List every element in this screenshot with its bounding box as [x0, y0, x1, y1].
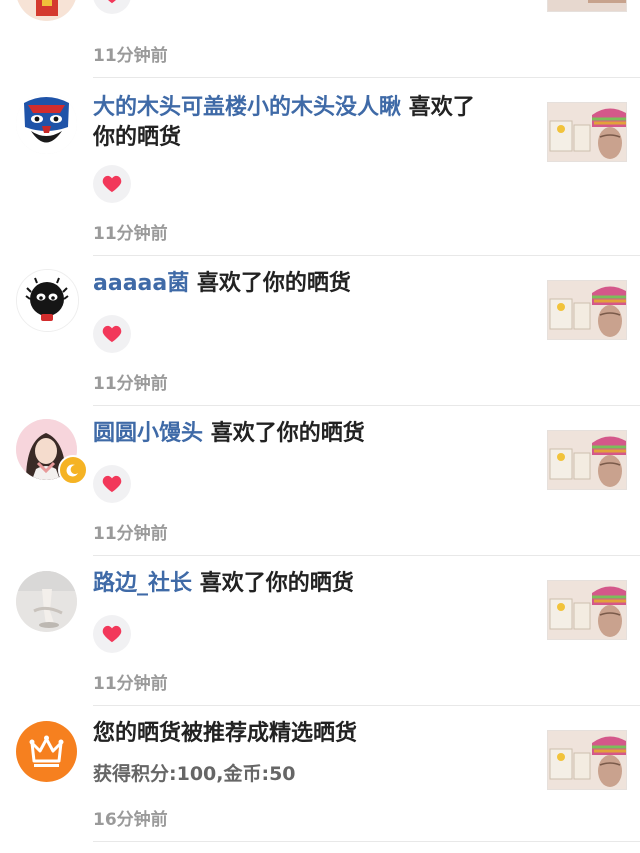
action-text: 你的晒货 — [93, 125, 182, 150]
like-badge[interactable] — [93, 615, 131, 653]
action-text: 喜欢了你的晒货 — [196, 271, 351, 296]
post-thumbnail[interactable] — [547, 0, 627, 12]
notification-title: 您的晒货被推荐成精选晒货 — [93, 721, 358, 746]
notification-content: 您的晒货被推荐成精选晒货 获得积分:100,金币:50 — [93, 719, 523, 786]
avatar[interactable] — [16, 0, 77, 21]
post-thumbnail[interactable] — [547, 580, 627, 640]
divider — [93, 255, 640, 256]
notification-text: 圆圆小馒头 喜欢了你的晒货 — [93, 419, 523, 449]
like-badge[interactable] — [93, 165, 131, 203]
divider — [93, 841, 640, 842]
notification-content: aaaaa菌 喜欢了你的晒货 — [93, 269, 523, 353]
username-link[interactable]: 大的木头可盖楼小的木头没人瞅 — [93, 95, 401, 120]
post-thumbnail[interactable] — [547, 280, 627, 340]
action-text: 喜欢了 — [408, 95, 475, 120]
like-badge[interactable] — [93, 0, 131, 14]
timestamp: 11分钟前 — [93, 374, 168, 394]
heart-icon — [102, 325, 122, 343]
system-avatar — [16, 721, 77, 782]
username-link[interactable]: 圆圆小馒头 — [93, 421, 203, 446]
notification-feed: 11分钟前 大的木头可盖楼小的木头没人瞅 喜欢了 你的晒货 11分钟前 aaaa… — [0, 0, 640, 853]
heart-icon — [102, 625, 122, 643]
like-badge[interactable] — [93, 465, 131, 503]
action-text: 喜欢了你的晒货 — [210, 421, 365, 446]
notification-content: 大的木头可盖楼小的木头没人瞅 喜欢了 你的晒货 — [93, 93, 523, 203]
post-thumbnail[interactable] — [547, 730, 627, 790]
divider — [93, 77, 640, 78]
avatar[interactable] — [16, 93, 77, 154]
divider — [93, 705, 640, 706]
post-thumbnail[interactable] — [547, 430, 627, 490]
action-text: 喜欢了你的晒货 — [199, 571, 354, 596]
heart-icon — [102, 175, 122, 193]
crown-icon — [29, 735, 64, 767]
timestamp: 11分钟前 — [93, 524, 168, 544]
moon-badge-icon — [58, 455, 88, 485]
timestamp: 11分钟前 — [93, 46, 168, 66]
avatar[interactable] — [16, 571, 77, 632]
post-thumbnail[interactable] — [547, 102, 627, 162]
reward-text: 获得积分:100,金币:50 — [93, 763, 296, 785]
timestamp: 11分钟前 — [93, 224, 168, 244]
timestamp: 16分钟前 — [93, 810, 168, 830]
notification-content: 圆圆小馒头 喜欢了你的晒货 — [93, 419, 523, 503]
heart-icon — [102, 475, 122, 493]
avatar[interactable] — [16, 269, 79, 332]
username-link[interactable]: 路边_社长 — [93, 571, 192, 596]
username-link[interactable]: aaaaa菌 — [93, 271, 189, 296]
heart-icon — [108, 0, 116, 4]
timestamp: 11分钟前 — [93, 674, 168, 694]
divider — [93, 555, 640, 556]
divider — [93, 405, 640, 406]
notification-content: 路边_社长 喜欢了你的晒货 — [93, 569, 523, 653]
notification-text: 大的木头可盖楼小的木头没人瞅 喜欢了 你的晒货 — [93, 93, 523, 153]
notification-text: aaaaa菌 喜欢了你的晒货 — [93, 269, 523, 299]
like-badge[interactable] — [93, 315, 131, 353]
notification-text: 路边_社长 喜欢了你的晒货 — [93, 569, 523, 599]
